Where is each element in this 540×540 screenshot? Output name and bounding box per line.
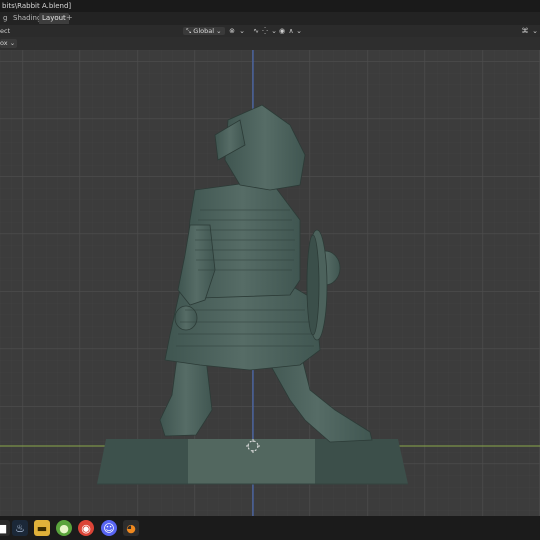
title-bar: bits\Rabbit A.blend] xyxy=(0,0,540,12)
transform-orientation-dropdown[interactable]: ⤡ Global ⌄ xyxy=(183,27,225,35)
tab-layout[interactable]: Layout xyxy=(39,13,69,24)
chevron-down-icon[interactable]: ⌄ xyxy=(530,27,540,35)
chevron-down-icon: ⌄ xyxy=(9,39,16,47)
orientation-label: Global xyxy=(193,27,215,35)
dropdown-label: ox xyxy=(0,39,8,47)
chevron-down-icon[interactable]: ⌄ xyxy=(237,27,247,35)
chrome-icon[interactable]: ◉ xyxy=(78,520,94,536)
chevron-down-icon: ⌄ xyxy=(216,27,222,35)
viewport-subheader: ox ⌄ xyxy=(0,37,540,50)
blender-icon[interactable]: ◕ xyxy=(123,520,139,536)
view-object-types-icon[interactable]: ⌘ xyxy=(520,27,530,35)
3d-viewport[interactable] xyxy=(0,50,540,516)
add-workspace-icon[interactable]: + xyxy=(66,13,73,22)
workspace-tabs: g Shading Layout + xyxy=(0,12,540,25)
chevron-down-icon[interactable]: ⌄ xyxy=(294,27,304,35)
select-menu[interactable]: ect xyxy=(0,25,10,37)
viewport-canvas xyxy=(0,50,540,516)
pivot-point-icon[interactable]: ⊗ xyxy=(227,27,237,35)
green-app-icon[interactable]: ● xyxy=(56,520,72,536)
os-taskbar: ■ ♨ ▬ ● ◉ ☺ ◕ xyxy=(0,516,540,540)
orientation-icon: ⤡ xyxy=(186,27,192,35)
file-explorer-icon[interactable]: ▬ xyxy=(34,520,50,536)
viewport-header: ect ⤡ Global ⌄ ⊗ ⌄ ∿ ⁛ ⌄ ◉ ∧ ⌄ ⌘ ⌄ xyxy=(0,25,540,37)
windows-icon[interactable]: ■ xyxy=(0,520,10,536)
discord-icon[interactable]: ☺ xyxy=(101,520,117,536)
window-title: bits\Rabbit A.blend] xyxy=(2,2,72,10)
steam-icon[interactable]: ♨ xyxy=(12,520,28,536)
options-dropdown[interactable]: ox ⌄ xyxy=(0,39,18,48)
tab-modeling[interactable]: g xyxy=(0,13,10,24)
model-base xyxy=(97,439,408,485)
